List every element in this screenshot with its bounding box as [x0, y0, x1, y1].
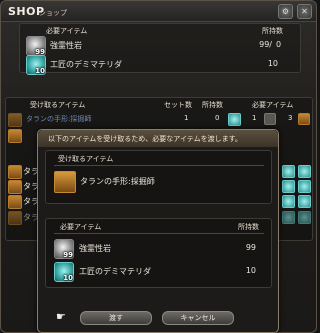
required-item-icon	[228, 113, 241, 126]
crystal-icon: 99	[54, 239, 74, 259]
materia-icon: 10	[26, 55, 46, 75]
item-icon	[8, 113, 22, 127]
shop-window: SHOP ショップ ⚙ ✕ 必要アイテム 所持数 99 強霊性岩 99/ 0 1…	[0, 0, 317, 333]
required-item-icon	[282, 180, 295, 193]
owned-count-header: 所持数	[202, 101, 223, 109]
divider	[54, 165, 264, 166]
item-icon	[8, 165, 22, 179]
title-bar[interactable]: SHOP ショップ ⚙ ✕	[1, 1, 316, 22]
required-count: 3	[288, 114, 293, 122]
owned-count: 0	[215, 114, 220, 122]
required-item-icon	[264, 113, 276, 125]
required-items-panel: 必要アイテム 所持数 99 強霊性岩 99/ 0 10 工匠のデミマテリダ 10	[19, 23, 301, 75]
receive-item-name: タランの手形:採掘師	[80, 177, 155, 186]
owned-count: 99/	[259, 40, 272, 49]
required-item-name: 工匠のデミマテリダ	[50, 60, 122, 69]
divider	[54, 233, 264, 234]
owned-header: 所持数	[238, 223, 259, 231]
window-subtitle: ショップ	[39, 9, 67, 17]
required-count: 1	[252, 114, 257, 122]
owned-count: 10	[267, 59, 278, 68]
required-item-icon	[282, 165, 295, 178]
item-icon	[8, 211, 22, 225]
required-item-icon	[282, 211, 295, 224]
required-item-icon	[298, 180, 311, 193]
receive-item-panel: 受け取るアイテム タランの手形:採掘師	[45, 150, 272, 204]
required-item-name: 強霊性岩	[50, 41, 82, 50]
required-item-icon	[298, 113, 310, 125]
item-icon	[8, 195, 22, 209]
required-item-icon	[298, 195, 311, 208]
confirm-dialog: 以下のアイテムを受け取るため、必要なアイテムを渡します。 受け取るアイテム タラ…	[37, 129, 279, 333]
set-count-header: セット数	[164, 101, 192, 109]
materia-icon: 10	[54, 262, 74, 282]
owned-extra: 0	[276, 40, 282, 49]
required-item-name: 強霊性岩	[79, 244, 111, 253]
settings-icon[interactable]: ⚙	[278, 4, 293, 19]
required-items-header: 必要アイテム	[252, 101, 294, 109]
item-icon	[8, 180, 22, 194]
hand-over-button[interactable]: 渡す	[80, 311, 152, 325]
owned-count: 10	[245, 266, 256, 275]
pointer-hand-icon: ☛	[56, 310, 66, 323]
close-icon[interactable]: ✕	[297, 4, 312, 19]
owned-count: 99	[245, 243, 256, 252]
item-icon	[8, 129, 22, 143]
required-items-panel: 必要アイテム 所持数 99 強霊性岩 99 10 工匠のデミマテリダ 10	[45, 218, 272, 288]
cancel-button[interactable]: キャンセル	[162, 311, 234, 325]
list-item-name: タランの手形:採掘師	[26, 115, 92, 123]
required-item-icon	[298, 211, 311, 224]
required-header: 必要アイテム	[46, 27, 88, 35]
list-item[interactable]: タランの手形:採掘師 1 0 1 3	[6, 111, 312, 127]
dialog-message: 以下のアイテムを受け取るため、必要なアイテムを渡します。	[48, 135, 242, 143]
set-count: 1	[184, 114, 189, 122]
required-item-icon	[282, 195, 295, 208]
dialog-message-bar: 以下のアイテムを受け取るため、必要なアイテムを渡します。	[38, 130, 278, 147]
required-item-icon	[298, 165, 311, 178]
owned-header: 所持数	[262, 27, 283, 35]
crystal-icon: 99	[26, 36, 46, 56]
receive-header: 受け取るアイテム	[58, 155, 114, 163]
required-header: 必要アイテム	[60, 223, 102, 231]
required-item-name: 工匠のデミマテリダ	[79, 267, 151, 276]
handprint-icon	[54, 171, 76, 193]
receive-header: 受け取るアイテム	[30, 101, 86, 109]
